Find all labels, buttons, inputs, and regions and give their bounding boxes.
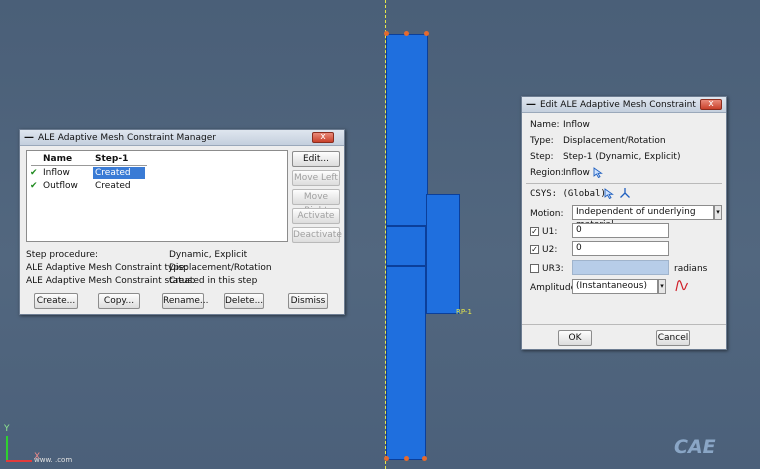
- row-status[interactable]: Created: [95, 181, 131, 191]
- u2-checkbox[interactable]: ✓: [530, 245, 539, 254]
- ur3-input[interactable]: [572, 260, 669, 275]
- info-value-constraint-type: Displacement/Rotation: [169, 263, 272, 273]
- node-marker: [384, 456, 389, 461]
- triad-y-label: Y: [4, 424, 10, 434]
- type-label: Type:: [530, 136, 554, 146]
- region-label: Region:: [530, 168, 564, 178]
- manager-close-button[interactable]: x: [312, 132, 334, 143]
- watermark-logo: CAE: [674, 436, 716, 458]
- name-value: Inflow: [563, 120, 590, 130]
- create-button[interactable]: Create...: [34, 293, 78, 309]
- rename-button[interactable]: Rename...: [162, 293, 209, 309]
- motion-label: Motion:: [530, 209, 564, 219]
- part-side-block: [426, 194, 460, 314]
- delete-button[interactable]: Delete...: [224, 293, 264, 309]
- info-value-step-procedure: Dynamic, Explicit: [169, 250, 248, 260]
- copy-button[interactable]: Copy...: [98, 293, 140, 309]
- row-name[interactable]: Inflow: [43, 168, 70, 178]
- header-underline: [31, 165, 147, 166]
- activate-button[interactable]: Activate: [292, 208, 340, 224]
- separator: [522, 324, 726, 325]
- u2-input[interactable]: 0: [572, 241, 669, 256]
- triad-x-axis: [6, 460, 32, 462]
- ok-button[interactable]: OK: [558, 330, 592, 346]
- reference-point-label: RP-1: [456, 308, 472, 316]
- step-value: Step-1 (Dynamic, Explicit): [563, 152, 681, 162]
- step-label: Step:: [530, 152, 554, 162]
- row-status-selected[interactable]: Created: [93, 167, 145, 179]
- manager-title: ALE Adaptive Mesh Constraint Manager: [38, 132, 216, 143]
- deactivate-button[interactable]: Deactivate: [292, 227, 342, 243]
- chevron-down-icon[interactable]: ▾: [658, 279, 666, 294]
- ur3-unit: radians: [674, 264, 708, 274]
- column-header-name: Name: [43, 154, 73, 164]
- triad-y-axis: [6, 436, 8, 462]
- region-value: Inflow: [563, 168, 590, 178]
- motion-select[interactable]: Independent of underlying material: [572, 205, 714, 230]
- u1-input[interactable]: 0: [572, 223, 669, 238]
- chevron-down-icon[interactable]: ▾: [714, 205, 722, 220]
- u1-label: U1:: [542, 227, 558, 237]
- editor-close-button[interactable]: x: [700, 99, 722, 110]
- constraint-table: Name Step-1 ✔ Inflow Created ✔ Outflow C…: [26, 150, 288, 242]
- ur3-label: UR3:: [542, 264, 564, 274]
- node-marker: [404, 31, 409, 36]
- edit-button[interactable]: Edit...: [292, 151, 340, 167]
- part-lower: [386, 266, 426, 460]
- active-check-icon: ✔: [30, 181, 38, 191]
- constraint-manager-dialog: — ALE Adaptive Mesh Constraint Manager x…: [19, 129, 345, 315]
- amplitude-select[interactable]: (Instantaneous): [572, 279, 658, 294]
- separator: [526, 183, 722, 184]
- node-marker: [404, 456, 409, 461]
- part-middle: [386, 226, 426, 266]
- info-label-constraint-type: ALE Adaptive Mesh Constraint type:: [26, 263, 188, 273]
- csys-label: CSYS: (Global): [530, 189, 606, 199]
- active-check-icon: ✔: [30, 168, 38, 178]
- csys-pick-arrow-icon[interactable]: [604, 188, 614, 199]
- node-marker: [424, 31, 429, 36]
- ur3-checkbox[interactable]: [530, 264, 539, 273]
- u1-checkbox[interactable]: ✓: [530, 227, 539, 236]
- info-label-step-procedure: Step procedure:: [26, 250, 99, 260]
- u2-label: U2:: [542, 245, 558, 255]
- dismiss-button[interactable]: Dismiss: [288, 293, 328, 309]
- row-name[interactable]: Outflow: [43, 181, 78, 191]
- edit-constraint-dialog: — Edit ALE Adaptive Mesh Constraint x Na…: [521, 96, 727, 350]
- move-right-button[interactable]: Move Right: [292, 189, 340, 216]
- node-marker: [422, 456, 427, 461]
- manager-title-bar[interactable]: — ALE Adaptive Mesh Constraint Manager: [20, 130, 344, 146]
- editor-title-bar[interactable]: — Edit ALE Adaptive Mesh Constraint: [522, 97, 726, 113]
- create-csys-icon[interactable]: [619, 187, 631, 199]
- info-value-constraint-status: Created in this step: [169, 276, 258, 286]
- cancel-button[interactable]: Cancel: [656, 330, 690, 346]
- column-header-step: Step-1: [95, 154, 129, 164]
- type-value: Displacement/Rotation: [563, 136, 666, 146]
- move-left-button[interactable]: Move Left: [292, 170, 340, 186]
- window-grip-icon: —: [24, 132, 34, 143]
- region-pick-arrow-icon[interactable]: [593, 167, 603, 178]
- create-amplitude-icon[interactable]: [675, 279, 689, 292]
- name-label: Name:: [530, 120, 560, 130]
- window-grip-icon: —: [526, 99, 536, 110]
- node-marker: [384, 31, 389, 36]
- watermark-site: www. .com: [34, 456, 73, 464]
- editor-title: Edit ALE Adaptive Mesh Constraint: [540, 99, 696, 110]
- part-upper: [386, 34, 428, 226]
